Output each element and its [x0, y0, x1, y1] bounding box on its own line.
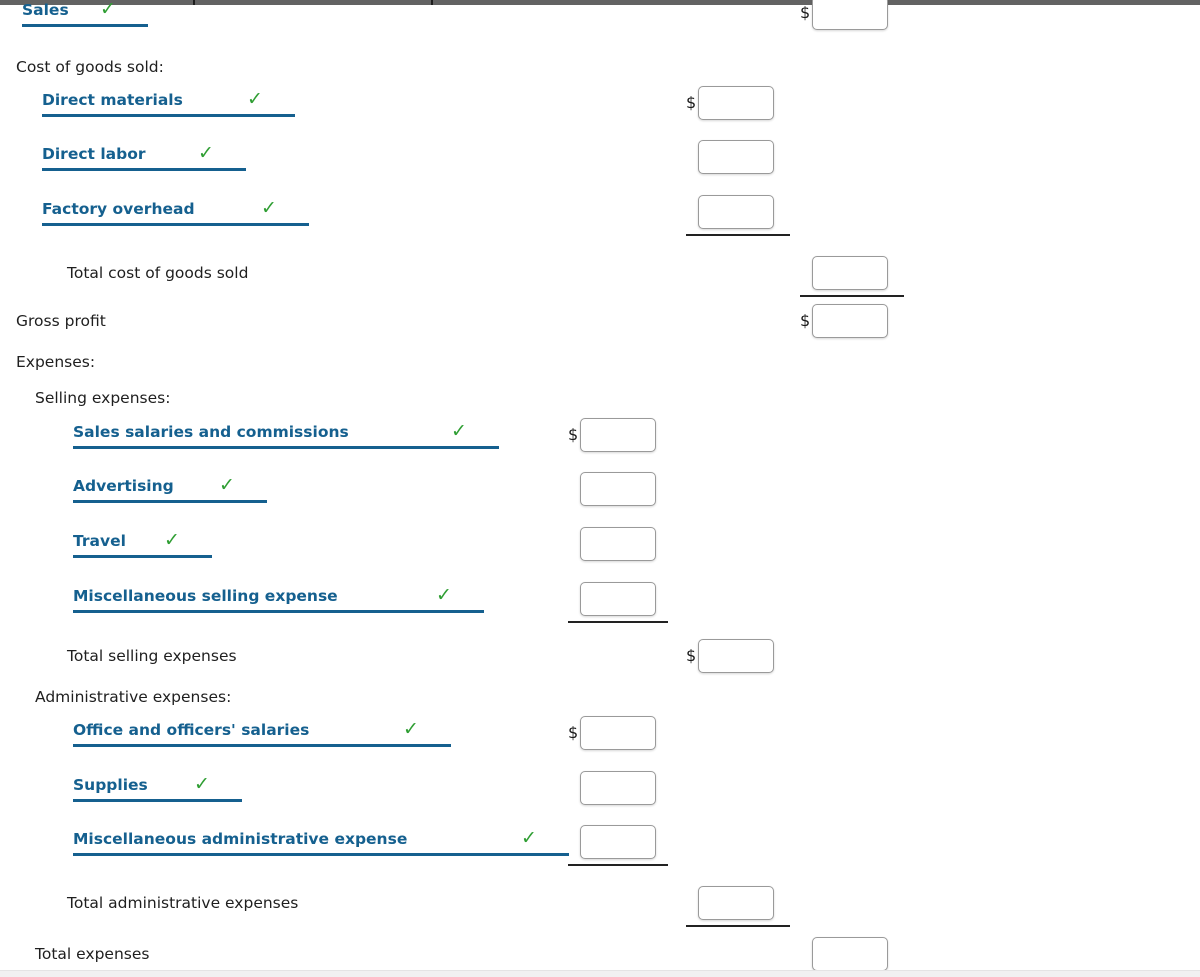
amount-cell-miscellaneous-administrative-expense-col1: $: [568, 825, 656, 859]
currency-symbol: $: [568, 723, 579, 742]
checkmark-icon: ✓: [164, 529, 180, 551]
account-link-label: Miscellaneous administrative expense: [73, 831, 569, 856]
amount-cell-sales-col3: $: [800, 0, 888, 30]
amount-cell-direct-labor-col2: $: [686, 140, 774, 174]
amount-input-travel-col1[interactable]: [580, 527, 656, 561]
account-link-sales[interactable]: Sales ✓: [22, 0, 148, 27]
amount-input-gross-profit-col3[interactable]: [812, 304, 888, 338]
amount-input-sales-salaries-and-commissions-col1[interactable]: [580, 418, 656, 452]
account-link-label: Advertising: [73, 478, 267, 503]
checkmark-icon: ✓: [403, 718, 419, 740]
account-link-miscellaneous-administrative-expense[interactable]: Miscellaneous administrative expense ✓: [73, 827, 569, 856]
amount-cell-factory-overhead-col2: $: [686, 195, 774, 229]
amount-input-advertising-col1[interactable]: [580, 472, 656, 506]
row-label-total-administrative-expenses: Total administrative expenses: [67, 894, 299, 912]
subtotal-rule-miscellaneous-selling-expense: [568, 621, 668, 623]
subtotal-rule-miscellaneous-administrative-expense: [568, 864, 668, 866]
currency-symbol: $: [568, 425, 579, 444]
amount-input-miscellaneous-selling-expense-col1[interactable]: [580, 582, 656, 616]
row-label-cost-of-goods-sold-heading: Cost of goods sold:: [16, 58, 164, 76]
account-link-office-and-officers-salaries[interactable]: Office and officers' salaries ✓: [73, 718, 451, 747]
amount-input-office-and-officers-salaries-col1[interactable]: [580, 716, 656, 750]
row-label-administrative-expenses-heading: Administrative expenses:: [35, 688, 232, 706]
amount-cell-office-and-officers-salaries-col1: $: [568, 716, 656, 750]
currency-symbol: $: [800, 311, 811, 330]
checkmark-icon: ✓: [194, 773, 210, 795]
amount-cell-total-cost-of-goods-sold-col3: $: [800, 256, 888, 290]
amount-input-total-cost-of-goods-sold-col3[interactable]: [812, 256, 888, 290]
checkmark-icon: ✓: [247, 88, 263, 110]
row-label-expenses-heading: Expenses:: [16, 353, 96, 371]
checkmark-icon: ✓: [521, 827, 537, 849]
amount-cell-supplies-col1: $: [568, 771, 656, 805]
amount-input-factory-overhead-col2[interactable]: [698, 195, 774, 229]
checkmark-icon: ✓: [219, 474, 235, 496]
checkmark-icon: ✓: [436, 584, 452, 606]
account-link-label: Office and officers' salaries: [73, 722, 451, 747]
amount-cell-miscellaneous-selling-expense-col1: $: [568, 582, 656, 616]
page-bottom-edge: [0, 970, 1200, 977]
account-link-label: Direct labor: [42, 146, 246, 171]
amount-cell-travel-col1: $: [568, 527, 656, 561]
account-link-label: Sales: [22, 2, 148, 27]
checkmark-icon: ✓: [451, 420, 467, 442]
amount-input-total-expenses-col3[interactable]: [812, 937, 888, 971]
row-label-total-expenses: Total expenses: [35, 945, 150, 963]
account-link-supplies[interactable]: Supplies ✓: [73, 773, 242, 802]
row-label-total-selling-expenses: Total selling expenses: [67, 647, 237, 665]
subtotal-rule-total-cost-of-goods-sold: [800, 295, 904, 297]
checkmark-icon: ✓: [100, 0, 116, 20]
amount-cell-sales-salaries-and-commissions-col1: $: [568, 418, 656, 452]
subtotal-rule-total-administrative-expenses: [686, 925, 790, 927]
amount-input-sales-col3[interactable]: [812, 0, 888, 30]
amount-input-direct-materials-col2[interactable]: [698, 86, 774, 120]
account-link-label: Travel: [73, 533, 212, 558]
amount-input-direct-labor-col2[interactable]: [698, 140, 774, 174]
amount-cell-advertising-col1: $: [568, 472, 656, 506]
account-link-sales-salaries-and-commissions[interactable]: Sales salaries and commissions ✓: [73, 420, 499, 449]
row-label-gross-profit: Gross profit: [16, 312, 106, 330]
account-link-label: Sales salaries and commissions: [73, 424, 499, 449]
account-link-label: Miscellaneous selling expense: [73, 588, 484, 613]
amount-input-total-selling-expenses-col2[interactable]: [698, 639, 774, 673]
amount-cell-total-selling-expenses-col2: $: [686, 639, 774, 673]
account-link-direct-materials[interactable]: Direct materials ✓: [42, 88, 295, 117]
income-statement-sheet: Sales ✓ $ Cost of goods sold: Direct materia…: [0, 0, 1200, 971]
account-link-advertising[interactable]: Advertising ✓: [73, 474, 267, 503]
amount-input-supplies-col1[interactable]: [580, 771, 656, 805]
currency-symbol: $: [800, 3, 811, 22]
currency-symbol: $: [686, 93, 697, 112]
account-link-miscellaneous-selling-expense[interactable]: Miscellaneous selling expense ✓: [73, 584, 484, 613]
account-link-direct-labor[interactable]: Direct labor ✓: [42, 142, 246, 171]
amount-cell-direct-materials-col2: $: [686, 86, 774, 120]
account-link-travel[interactable]: Travel ✓: [73, 529, 212, 558]
amount-cell-total-administrative-expenses-col2: $: [686, 886, 774, 920]
account-link-label: Supplies: [73, 777, 242, 802]
row-label-total-cost-of-goods-sold: Total cost of goods sold: [67, 264, 249, 282]
checkmark-icon: ✓: [198, 142, 214, 164]
checkmark-icon: ✓: [261, 197, 277, 219]
amount-cell-gross-profit-col3: $: [800, 304, 888, 338]
currency-symbol: $: [686, 646, 697, 665]
subtotal-rule-factory-overhead: [686, 234, 790, 236]
row-label-selling-expenses-heading: Selling expenses:: [35, 389, 171, 407]
account-link-factory-overhead[interactable]: Factory overhead ✓: [42, 197, 309, 226]
amount-cell-total-expenses-col3: $: [800, 937, 888, 971]
amount-input-total-administrative-expenses-col2[interactable]: [698, 886, 774, 920]
amount-input-miscellaneous-administrative-expense-col1[interactable]: [580, 825, 656, 859]
